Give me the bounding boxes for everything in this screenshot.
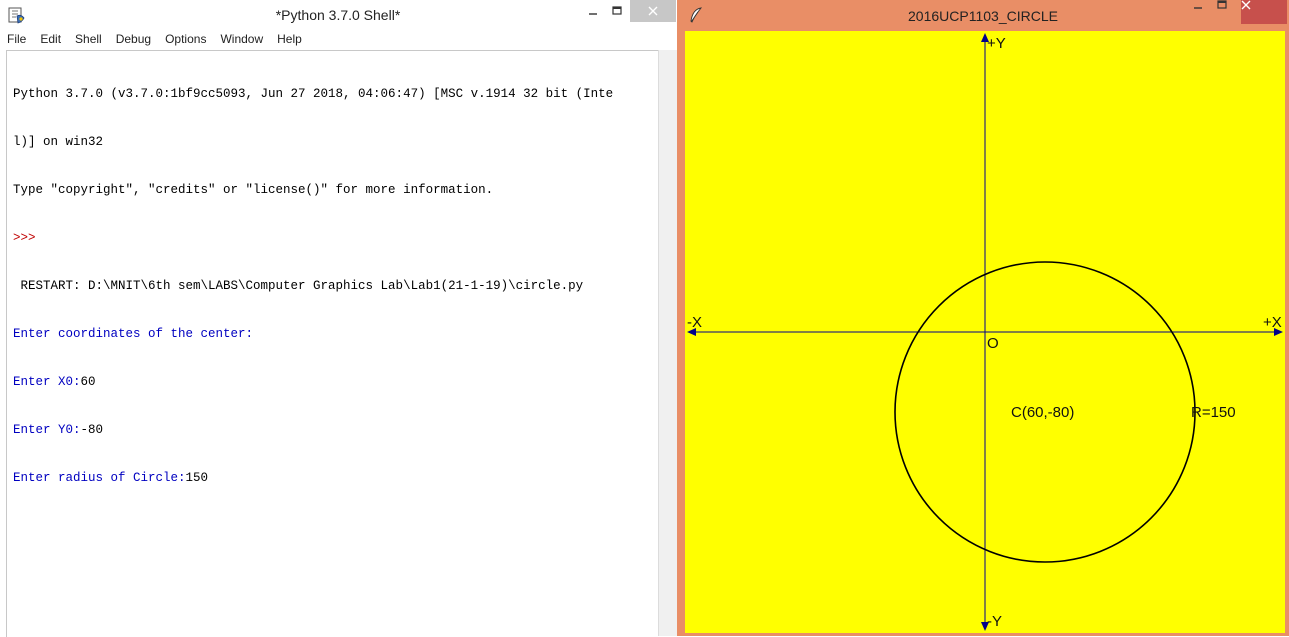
- turtle-maximize-button[interactable]: [1217, 0, 1241, 24]
- input-prompt: Enter radius of Circle:: [13, 471, 186, 485]
- banner-line: l)] on win32: [13, 135, 104, 149]
- banner-line: Type "copyright", "credits" or "license(…: [13, 183, 494, 197]
- input-value: -80: [80, 423, 104, 437]
- label-circle-radius: R=150: [1191, 404, 1236, 421]
- label-positive-y: +Y: [987, 35, 1006, 52]
- input-value: 60: [80, 375, 96, 389]
- menu-window[interactable]: Window: [213, 30, 270, 50]
- input-prompt: Enter Y0:: [13, 423, 81, 437]
- label-origin: O: [987, 335, 999, 352]
- restart-line: RESTART: D:\MNIT\6th sem\LABS\Computer G…: [13, 279, 584, 293]
- maximize-icon: [1217, 0, 1227, 9]
- label-negative-y: -Y: [987, 613, 1002, 630]
- input-value: 150: [185, 471, 209, 485]
- shell-close-button[interactable]: [630, 0, 676, 22]
- program-input-line: Enter Y0:-80: [13, 422, 613, 438]
- menu-debug[interactable]: Debug: [109, 30, 158, 50]
- label-negative-x: -X: [687, 314, 702, 331]
- input-prompt: Enter X0:: [13, 375, 81, 389]
- turtle-minimize-button[interactable]: [1193, 0, 1217, 24]
- close-icon: [1241, 0, 1251, 10]
- program-input-line: Enter radius of Circle:150: [13, 470, 613, 486]
- shell-output: Python 3.7.0 (v3.7.0:1bf9cc5093, Jun 27 …: [13, 54, 613, 518]
- python-shell-window: *Python 3.7.0 Shell* File Edit Shell Deb…: [0, 0, 677, 637]
- shell-title: *Python 3.7.0 Shell*: [275, 7, 401, 23]
- shell-titlebar[interactable]: *Python 3.7.0 Shell*: [0, 0, 676, 30]
- shell-vertical-scrollbar[interactable]: [658, 50, 677, 636]
- minimize-icon: [589, 13, 597, 15]
- menu-shell[interactable]: Shell: [68, 30, 109, 50]
- turtle-titlebar[interactable]: 2016UCP1103_CIRCLE: [677, 0, 1289, 31]
- shell-menubar: File Edit Shell Debug Options Window Hel…: [0, 30, 676, 50]
- close-icon: [648, 6, 658, 16]
- turtle-window: 2016UCP1103_CIRCLE +Y -Y +X -X O C(60,-8…: [677, 0, 1289, 636]
- program-input-line: Enter X0:60: [13, 374, 613, 390]
- label-circle-center: C(60,-80): [1011, 404, 1074, 421]
- menu-options[interactable]: Options: [158, 30, 213, 50]
- turtle-close-button[interactable]: [1241, 0, 1287, 24]
- program-output-line: Enter coordinates of the center:: [13, 327, 254, 341]
- shell-prompt: >>>: [13, 231, 36, 245]
- shell-text-area[interactable]: Python 3.7.0 (v3.7.0:1bf9cc5093, Jun 27 …: [6, 50, 659, 637]
- shell-minimize-button[interactable]: [582, 0, 604, 22]
- maximize-icon: [612, 6, 622, 15]
- banner-line: Python 3.7.0 (v3.7.0:1bf9cc5093, Jun 27 …: [13, 87, 614, 101]
- menu-help[interactable]: Help: [270, 30, 309, 50]
- shell-maximize-button[interactable]: [606, 0, 628, 22]
- label-positive-x: +X: [1263, 314, 1282, 331]
- menu-file[interactable]: File: [0, 30, 33, 50]
- turtle-canvas[interactable]: +Y -Y +X -X O C(60,-80) R=150: [685, 31, 1285, 633]
- menu-edit[interactable]: Edit: [33, 30, 68, 50]
- turtle-drawing: +Y -Y +X -X O C(60,-80) R=150: [687, 33, 1283, 631]
- minimize-icon: [1194, 7, 1202, 9]
